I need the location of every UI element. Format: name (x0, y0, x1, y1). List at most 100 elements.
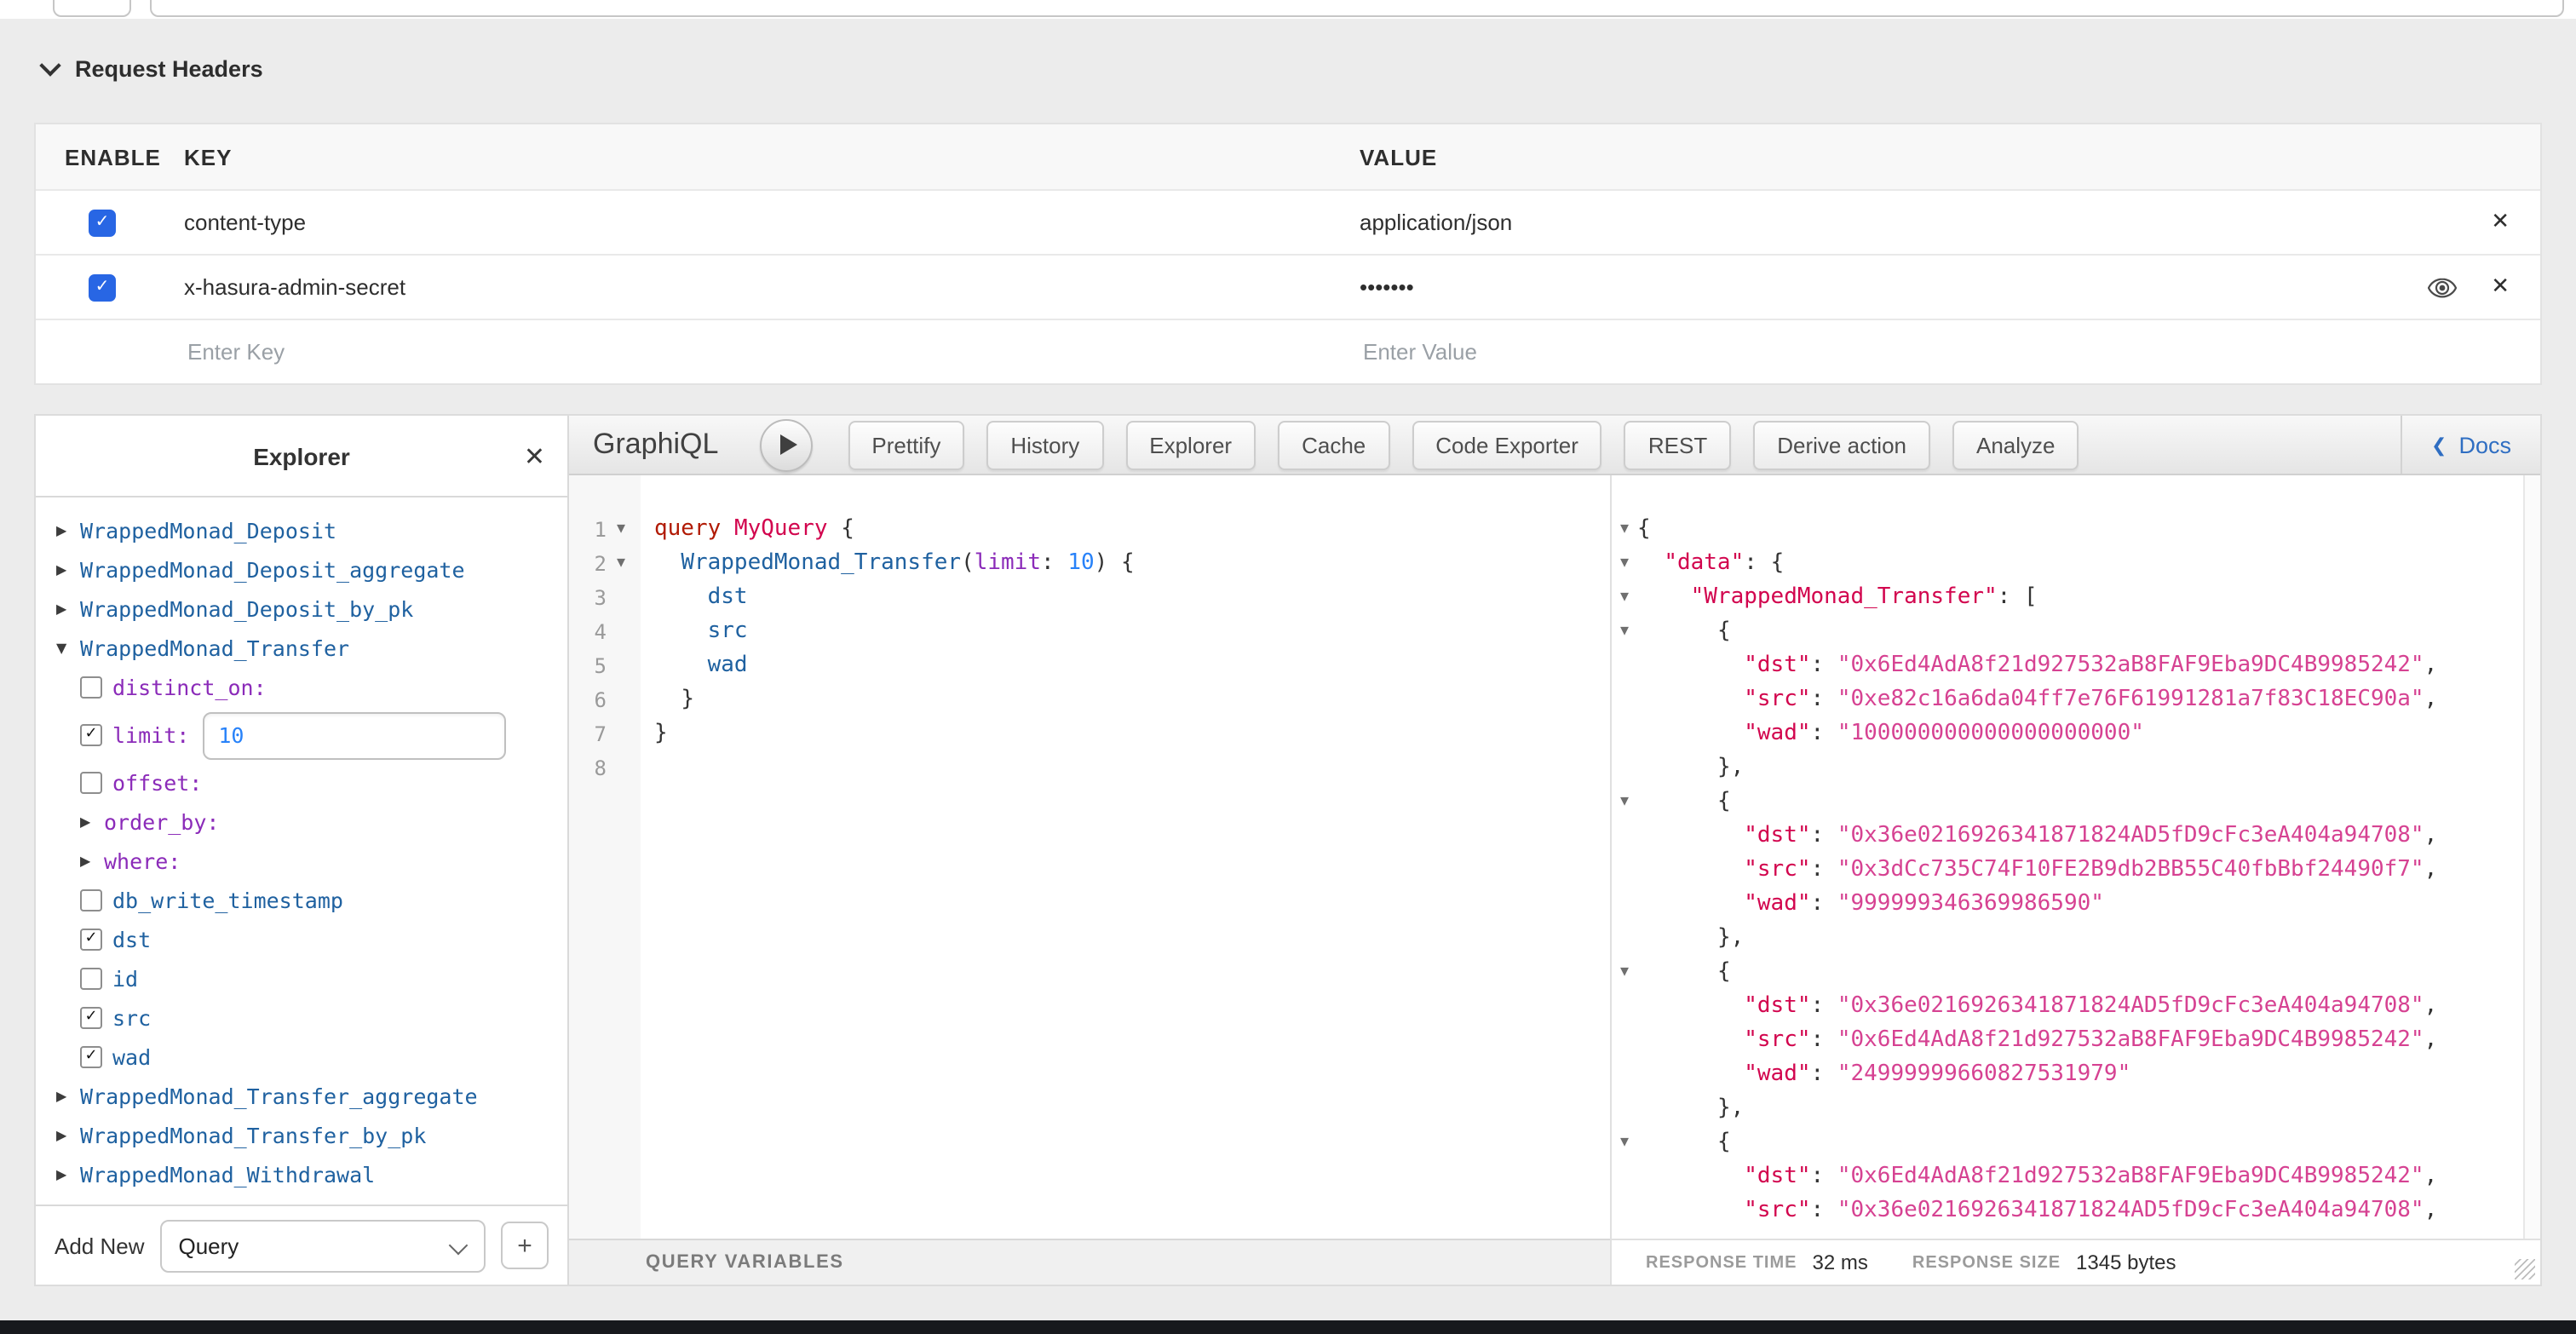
triangle-right-icon[interactable]: ▶ (56, 1128, 80, 1143)
tree-item-wrappedmonad-deposit-aggregate[interactable]: ▶WrappedMonad_Deposit_aggregate (56, 550, 567, 589)
toolbar-button-history[interactable]: History (986, 420, 1103, 469)
triangle-right-icon[interactable]: ▶ (80, 854, 104, 869)
top-partial-input-wide[interactable] (150, 0, 2564, 17)
toolbar-button-analyze[interactable]: Analyze (1952, 420, 2079, 469)
fold-arrow-icon[interactable]: ▾ (1612, 581, 1637, 615)
tree-item-id[interactable]: id (56, 959, 567, 998)
toolbar-button-rest[interactable]: REST (1624, 420, 1731, 469)
tree-item-wrappedmonad-transfer-aggregate[interactable]: ▶WrappedMonad_Transfer_aggregate (56, 1077, 567, 1116)
response-token (1637, 789, 1717, 814)
tree-item-offset[interactable]: offset: (56, 763, 567, 802)
tree-item-wrappedmonad-deposit[interactable]: ▶WrappedMonad_Deposit (56, 511, 567, 550)
response-token: } (1717, 925, 1731, 951)
limit-value-input[interactable]: 10 (203, 711, 506, 759)
code-token: WrappedMonad_Transfer (681, 550, 961, 576)
tree-item-wrappedmonad-transfer-by-pk[interactable]: ▶WrappedMonad_Transfer_by_pk (56, 1116, 567, 1155)
triangle-right-icon[interactable]: ▶ (56, 601, 80, 617)
fold-arrow-icon[interactable]: ▾ (1612, 513, 1637, 547)
query-editor[interactable]: 1▾2▾345678 query MyQuery { WrappedMonad_… (569, 475, 1610, 1239)
new-header-key-input[interactable] (184, 337, 1304, 366)
new-header-value-input[interactable] (1360, 337, 2462, 366)
add-new-button[interactable]: + (501, 1222, 549, 1269)
field-checkbox[interactable] (80, 968, 102, 990)
triangle-right-icon[interactable]: ▶ (56, 523, 80, 538)
fold-arrow-icon[interactable]: ▾ (1612, 956, 1637, 990)
field-checkbox[interactable]: ✓ (80, 1007, 102, 1029)
header-enable-checkbox[interactable]: ✓ (89, 209, 116, 236)
response-token (1637, 584, 1691, 610)
tree-item-wad[interactable]: ✓wad (56, 1038, 567, 1077)
response-line: "dst": "0x36e0216926341871824AD5fD9cFc3e… (1637, 990, 2540, 1024)
fold-arrow-icon[interactable]: ▾ (1612, 1126, 1637, 1160)
response-token: { (1637, 516, 1651, 542)
explorer-add-new-bar: Add New Query + (36, 1205, 567, 1285)
query-variables-bar[interactable]: QUERY VARIABLES (569, 1239, 1610, 1285)
triangle-right-icon[interactable]: ▶ (56, 1167, 80, 1182)
tree-item-wrappedmonad-deposit-by-pk[interactable]: ▶WrappedMonad_Deposit_by_pk (56, 589, 567, 629)
line-number: 8 (569, 756, 607, 780)
fold-arrow-icon[interactable]: ▾ (1612, 547, 1637, 581)
argument-checkbox[interactable] (80, 772, 102, 794)
docs-toggle[interactable]: ❮ Docs (2401, 416, 2540, 474)
code-line: } (654, 683, 1610, 717)
toolbar-button-code-exporter[interactable]: Code Exporter (1412, 420, 1602, 469)
fold-arrow-icon[interactable]: ▾ (1612, 615, 1637, 649)
remove-header-icon[interactable]: ✕ (2491, 274, 2510, 300)
tree-item-distinct-on[interactable]: distinct_on: (56, 668, 567, 707)
execute-query-button[interactable] (759, 418, 812, 471)
resize-grip[interactable] (2515, 1259, 2535, 1279)
response-gutter: ▾▾▾▾▾▾▾ (1612, 475, 1637, 1239)
tree-item-src[interactable]: ✓src (56, 998, 567, 1038)
header-enable-checkbox[interactable]: ✓ (89, 273, 116, 301)
response-token: } (1717, 1095, 1731, 1121)
editor-code[interactable]: query MyQuery { WrappedMonad_Transfer(li… (641, 475, 1610, 1239)
response-token: "dst" (1744, 1164, 1810, 1189)
response-size-value: 1345 bytes (2076, 1251, 2176, 1274)
toolbar-button-derive-action[interactable]: Derive action (1753, 420, 1930, 469)
code-token: 10 (1067, 550, 1094, 576)
tree-item-label: WrappedMonad_Transfer (80, 635, 349, 661)
response-token: "WrappedMonad_Transfer" (1691, 584, 1998, 610)
eye-icon[interactable] (2428, 277, 2457, 297)
code-token (721, 516, 734, 542)
fold-arrow-icon[interactable]: ▾ (607, 521, 635, 538)
hasura-graphiql-page: Request Headers ENABLE KEY VALUE ✓conten… (0, 0, 2576, 1334)
field-checkbox[interactable]: ✓ (80, 1046, 102, 1068)
code-token (828, 516, 842, 542)
toolbar-button-explorer[interactable]: Explorer (1125, 420, 1256, 469)
triangle-down-icon[interactable]: ▼ (56, 641, 80, 656)
graphiql-workbench: Explorer ✕ ▶WrappedMonad_Deposit▶Wrapped… (34, 414, 2542, 1286)
tree-item-limit[interactable]: ✓limit:10 (56, 707, 567, 763)
add-new-select[interactable]: Query (160, 1219, 486, 1272)
fold-arrow-icon[interactable]: ▾ (1612, 785, 1637, 819)
response-scrollbar[interactable] (2523, 475, 2540, 1239)
code-token: } (654, 721, 668, 746)
close-icon[interactable]: ✕ (524, 440, 545, 471)
code-line (654, 751, 1610, 785)
response-token (1637, 959, 1717, 985)
fold-arrow-icon[interactable]: ▾ (607, 555, 635, 572)
argument-label: order_by: (104, 809, 219, 835)
argument-checkbox[interactable] (80, 676, 102, 699)
top-partial-input-small[interactable] (53, 0, 131, 17)
tree-item-where[interactable]: ▶where: (56, 842, 567, 881)
request-headers-toggle[interactable]: Request Headers (43, 56, 263, 82)
argument-checkbox[interactable]: ✓ (80, 724, 102, 746)
response-line: { (1637, 956, 2540, 990)
triangle-right-icon[interactable]: ▶ (56, 1089, 80, 1104)
tree-item-order-by[interactable]: ▶order_by: (56, 802, 567, 842)
triangle-right-icon[interactable]: ▶ (80, 814, 104, 830)
tree-item-label: WrappedMonad_Deposit (80, 518, 336, 543)
tree-item-dst[interactable]: ✓dst (56, 920, 567, 959)
triangle-right-icon[interactable]: ▶ (56, 562, 80, 578)
field-checkbox[interactable]: ✓ (80, 929, 102, 951)
response-token (1637, 618, 1717, 644)
field-checkbox[interactable] (80, 889, 102, 911)
chevron-left-icon: ❮ (2431, 434, 2447, 456)
toolbar-button-cache[interactable]: Cache (1278, 420, 1389, 469)
tree-item-wrappedmonad-withdrawal[interactable]: ▶WrappedMonad_Withdrawal (56, 1155, 567, 1194)
toolbar-button-prettify[interactable]: Prettify (848, 420, 964, 469)
tree-item-db-write-timestamp[interactable]: db_write_timestamp (56, 881, 567, 920)
remove-header-icon[interactable]: ✕ (2491, 210, 2510, 235)
tree-item-wrappedmonad-transfer[interactable]: ▼WrappedMonad_Transfer (56, 629, 567, 668)
